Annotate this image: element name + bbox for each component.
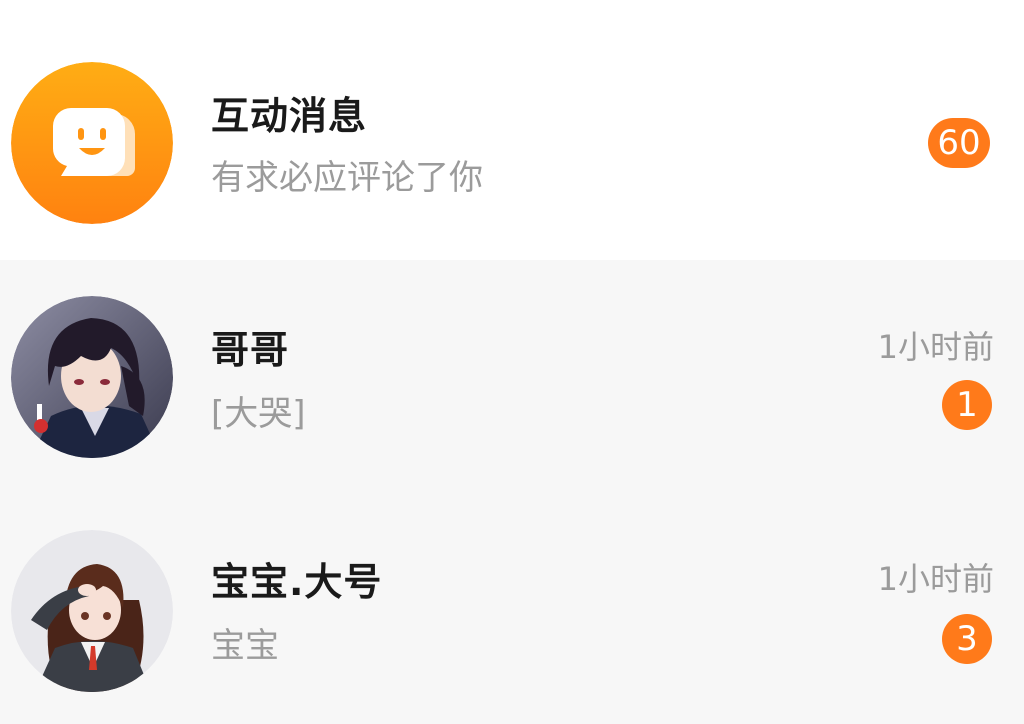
conversation-preview: [大哭] bbox=[211, 394, 306, 434]
unread-count-badge: 60 bbox=[928, 118, 990, 168]
unread-count-badge: 1 bbox=[942, 380, 992, 430]
timestamp: 1小时前 bbox=[877, 328, 994, 366]
list-item-interactions[interactable]: 互动消息 有求必应评论了你 60 bbox=[0, 26, 1024, 260]
interaction-message-icon bbox=[11, 62, 173, 224]
unread-count-badge: 3 bbox=[942, 614, 992, 664]
conversation-preview: 宝宝 bbox=[211, 626, 279, 666]
timestamp: 1小时前 bbox=[877, 560, 994, 598]
avatar bbox=[11, 296, 173, 458]
list-item-conversation[interactable]: 宝宝.大号 宝宝 1小时前 3 bbox=[0, 494, 1024, 724]
message-list: 互动消息 有求必应评论了你 60 哥哥 [大哭] 1小时前 1 宝宝.大号 宝宝… bbox=[0, 0, 1024, 724]
conversation-title: 宝宝.大号 bbox=[211, 560, 383, 604]
avatar bbox=[11, 530, 173, 692]
conversation-title: 互动消息 bbox=[211, 94, 368, 138]
conversation-preview: 有求必应评论了你 bbox=[211, 158, 483, 198]
list-item-conversation[interactable]: 哥哥 [大哭] 1小时前 1 bbox=[0, 260, 1024, 494]
conversation-title: 哥哥 bbox=[211, 328, 290, 372]
